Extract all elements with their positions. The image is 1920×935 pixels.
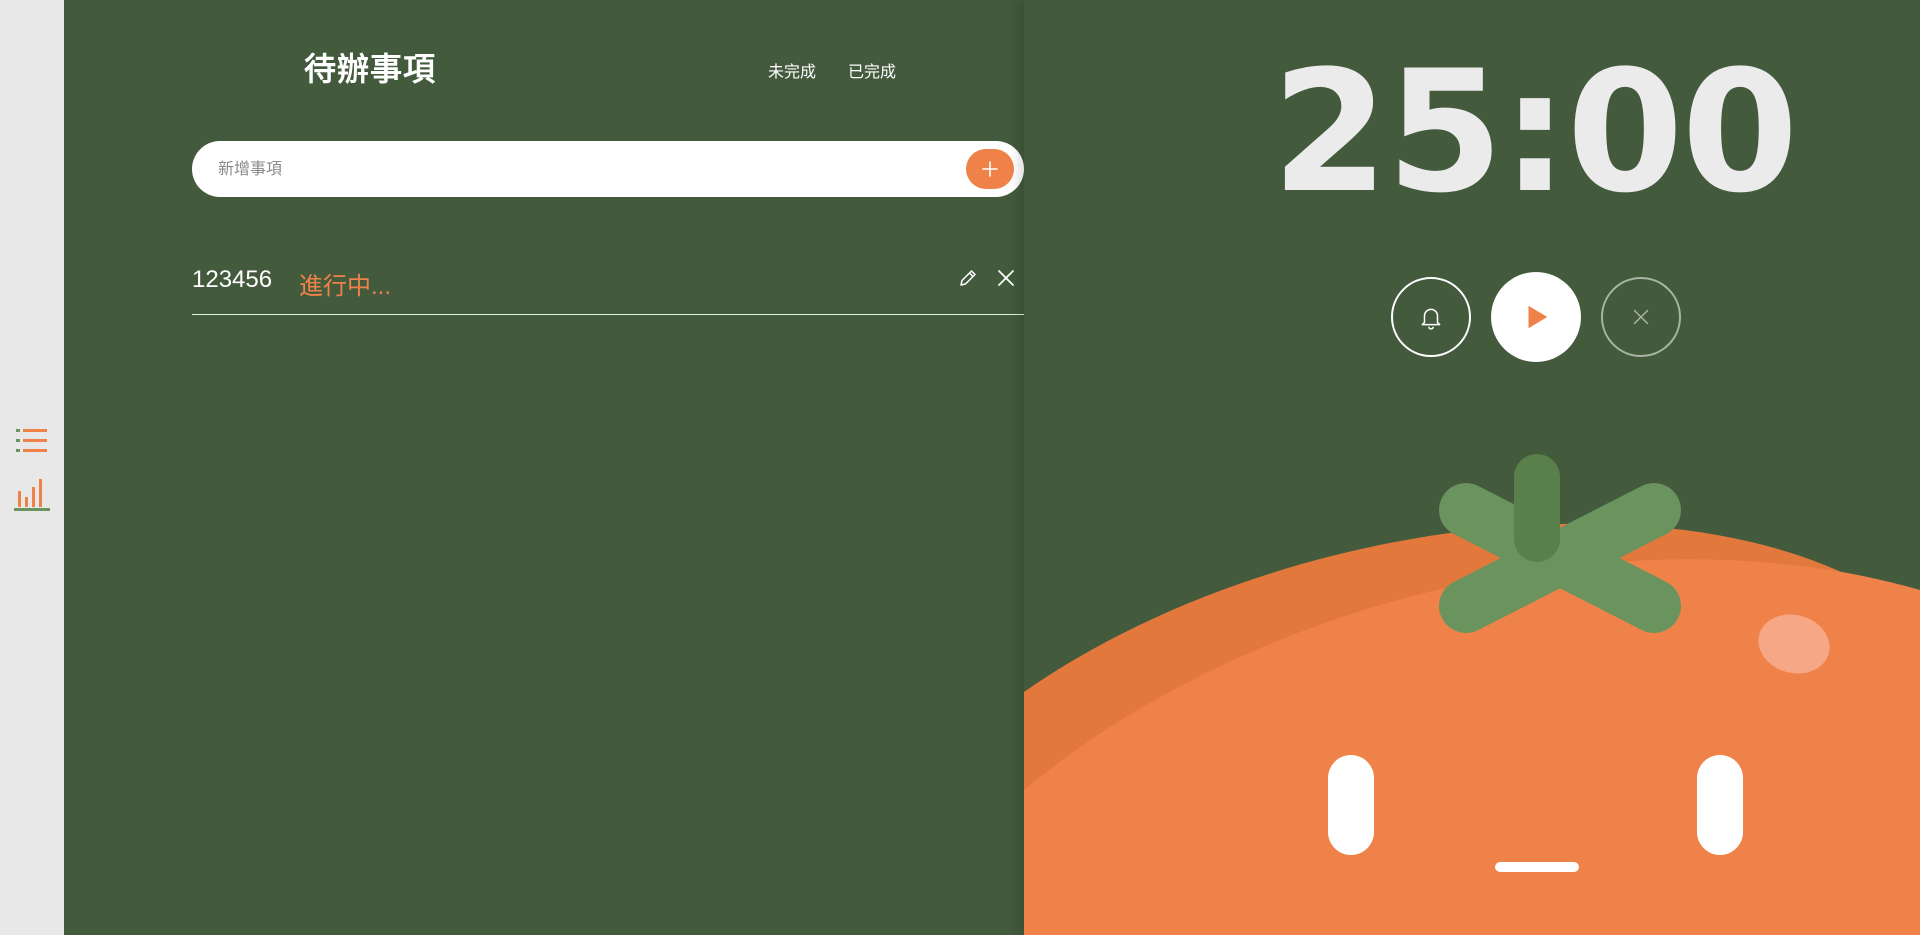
edit-icon[interactable] <box>956 266 980 290</box>
todo-item-status: 進行中... <box>299 273 392 300</box>
timer-panel: 25:00 <box>1024 0 1920 935</box>
tomato-illustration <box>1024 454 1920 935</box>
filter-tabs: 未完成 已完成 <box>768 58 896 82</box>
side-nav <box>0 0 64 935</box>
todo-panel: 待辦事項 未完成 已完成 123456 進行中... <box>64 0 1024 935</box>
right-eye <box>1697 755 1743 855</box>
play-button[interactable] <box>1491 272 1581 362</box>
timer-display: 25:00 <box>1271 34 1799 230</box>
tomato-stem <box>1439 454 1681 633</box>
new-todo-input[interactable] <box>216 141 960 199</box>
todo-item-name: 123456 <box>192 266 273 293</box>
bar-chart-icon[interactable] <box>12 475 52 515</box>
add-todo-bar <box>192 141 1024 199</box>
stop-button[interactable] <box>1601 277 1681 357</box>
todo-item[interactable]: 123456 進行中... <box>192 250 1024 315</box>
plus-icon <box>982 161 998 177</box>
tab-completed[interactable]: 已完成 <box>848 58 896 82</box>
play-icon <box>1528 305 1548 329</box>
delete-icon[interactable] <box>994 266 1018 290</box>
left-eye <box>1328 755 1374 855</box>
close-icon <box>1633 309 1649 325</box>
page-title: 待辦事項 <box>304 51 437 87</box>
bell-icon <box>1421 308 1441 330</box>
mouth <box>1495 862 1579 872</box>
todo-item-actions <box>956 266 1018 290</box>
bell-button[interactable] <box>1391 277 1471 357</box>
tab-incomplete[interactable]: 未完成 <box>768 58 816 82</box>
add-todo-button[interactable] <box>966 149 1014 189</box>
list-icon[interactable] <box>12 421 52 461</box>
